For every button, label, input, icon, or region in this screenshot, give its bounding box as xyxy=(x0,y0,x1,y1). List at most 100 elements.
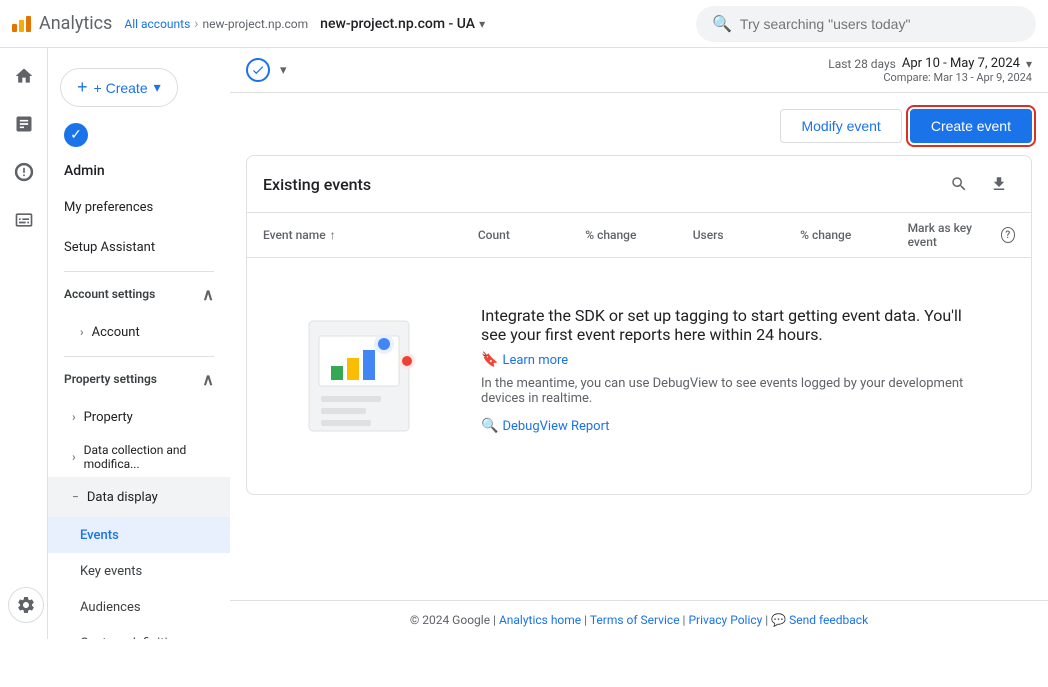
chevron-right-icon: › xyxy=(80,325,84,339)
key-event-info-icon[interactable]: ? xyxy=(1001,227,1015,243)
date-range-info: Last 28 days Apr 10 - May 7, 2024 ▾ Comp… xyxy=(828,56,1032,84)
events-sub-item[interactable]: Events xyxy=(48,517,230,553)
feedback-link[interactable]: Send feedback xyxy=(789,613,868,627)
custom-definitions-sub-item[interactable]: Custom definitions xyxy=(48,625,230,639)
chevron-right-icon-property: › xyxy=(72,410,76,424)
empty-heading: Integrate the SDK or set up tagging to s… xyxy=(481,306,989,344)
analytics-logo xyxy=(12,16,31,32)
settings-gear-button[interactable] xyxy=(8,587,44,623)
create-label: + Create xyxy=(94,80,148,96)
status-circle xyxy=(246,58,270,82)
divider-2 xyxy=(64,356,214,357)
reports-icon-nav[interactable] xyxy=(0,100,48,148)
property-label: Property xyxy=(84,410,133,425)
account-item[interactable]: › Account xyxy=(56,312,230,352)
learn-more-row: 🔖 Learn more xyxy=(481,352,989,368)
custom-definitions-label: Custom definitions xyxy=(80,636,189,640)
table-search-button[interactable] xyxy=(943,168,975,200)
modify-event-button[interactable]: Modify event xyxy=(780,109,901,143)
date-range[interactable]: Last 28 days Apr 10 - May 7, 2024 ▾ Comp… xyxy=(828,56,1032,84)
check-circle-icon: ✓ xyxy=(64,123,88,147)
debugview-row: 🔍 DebugView Report xyxy=(481,418,989,434)
events-label: Events xyxy=(80,528,119,543)
audiences-sub-item[interactable]: Audiences xyxy=(48,589,230,625)
data-display-item[interactable]: − Data display xyxy=(48,477,230,517)
property-settings-chevron: ∧ xyxy=(202,370,214,389)
content-check[interactable]: ▾ xyxy=(246,58,287,82)
col-event-name[interactable]: Event name ↑ xyxy=(263,221,478,249)
setup-check-item[interactable]: ✓ xyxy=(48,115,230,155)
chevron-down-icon-display: − xyxy=(72,490,79,504)
col-change-1-label: % change xyxy=(585,228,636,242)
create-button[interactable]: + + Create ▾ xyxy=(60,68,178,107)
events-table-header: Existing events xyxy=(247,156,1031,213)
col-change-1: % change xyxy=(585,221,692,249)
sidebar-nav: + + Create ▾ ✓ Admin xyxy=(48,48,230,639)
account-settings-section[interactable]: Account settings ∧ xyxy=(48,276,230,312)
setup-assistant-item[interactable]: Setup Assistant xyxy=(48,227,230,267)
property-settings-label: Property settings xyxy=(64,372,157,386)
logo-area: Analytics xyxy=(12,13,112,34)
events-table: Existing events Event name ↑ xyxy=(246,155,1032,495)
admin-label: Admin xyxy=(64,163,105,179)
col-key-event-label: Mark as key event xyxy=(908,221,993,249)
existing-events-title: Existing events xyxy=(263,175,371,194)
create-dropdown-arrow: ▾ xyxy=(154,79,161,96)
check-complete: ✓ xyxy=(64,123,88,147)
my-preferences-label: My preferences xyxy=(64,200,153,215)
table-columns: Event name ↑ Count % change Users % chan… xyxy=(247,213,1031,258)
copyright: © 2024 Google | xyxy=(410,613,496,627)
compare-label: Compare: xyxy=(883,71,930,84)
privacy-link[interactable]: Privacy Policy xyxy=(688,613,762,627)
table-download-button[interactable] xyxy=(983,168,1015,200)
property-settings-section[interactable]: Property settings ∧ xyxy=(48,361,230,397)
page-footer: © 2024 Google | Analytics home | Terms o… xyxy=(230,600,1048,639)
main-date-range: Apr 10 - May 7, 2024 xyxy=(902,56,1020,71)
date-range-chevron: ▾ xyxy=(1026,57,1032,71)
key-events-sub-item[interactable]: Key events xyxy=(48,553,230,589)
content-header: ▾ Last 28 days Apr 10 - May 7, 2024 ▾ Co… xyxy=(230,48,1048,93)
all-accounts-link[interactable]: All accounts xyxy=(124,17,190,31)
sidebar-icon-col xyxy=(0,48,48,639)
key-events-label: Key events xyxy=(80,564,142,579)
admin-row: Admin xyxy=(48,155,230,187)
bookmark-icon: 🔖 xyxy=(481,352,498,368)
sidebar-main: + + Create ▾ ✓ Admin xyxy=(48,48,230,639)
feedback-icon: 💬 xyxy=(771,613,786,627)
property-item[interactable]: › Property xyxy=(48,397,230,437)
debugview-icon: 🔍 xyxy=(481,418,498,434)
my-preferences-item[interactable]: My preferences xyxy=(48,187,230,227)
debugview-report-link[interactable]: DebugView Report xyxy=(502,419,609,434)
property-dropdown-arrow: ▾ xyxy=(479,17,485,31)
events-actions: Modify event Create event xyxy=(246,109,1032,143)
property-selector[interactable]: new-project.np.com - UA ▾ xyxy=(320,16,485,32)
account-item-row: › Account xyxy=(48,312,230,352)
logo-bar-2 xyxy=(19,20,24,32)
main-content: ▾ Last 28 days Apr 10 - May 7, 2024 ▾ Co… xyxy=(230,48,1048,639)
analytics-home-link[interactable]: Analytics home xyxy=(499,613,581,627)
advertising-icon-nav[interactable] xyxy=(0,196,48,244)
col-event-name-label: Event name xyxy=(263,228,326,242)
terms-link[interactable]: Terms of Service xyxy=(590,613,680,627)
logo-bar-3 xyxy=(26,16,31,32)
explore-icon-nav[interactable] xyxy=(0,148,48,196)
compare-row: Compare: Mar 13 - Apr 9, 2024 xyxy=(828,71,1032,84)
col-change-2-label: % change xyxy=(800,228,851,242)
search-input[interactable] xyxy=(740,16,1020,32)
status-arrow: ▾ xyxy=(280,63,287,78)
breadcrumb-separator: › xyxy=(194,16,198,32)
top-header: Analytics All accounts › new-project.np.… xyxy=(0,0,1048,48)
learn-more-link[interactable]: Learn more xyxy=(502,353,568,368)
data-collection-item[interactable]: › Data collection and modifica... xyxy=(48,437,230,477)
home-icon-nav[interactable] xyxy=(0,52,48,100)
create-event-button[interactable]: Create event xyxy=(910,109,1032,143)
property-name: new-project.np.com - UA xyxy=(320,16,475,32)
col-users-label: Users xyxy=(693,228,724,242)
empty-illustration xyxy=(289,306,449,446)
account-settings-chevron: ∧ xyxy=(202,285,214,304)
main-layout: + + Create ▾ ✓ Admin xyxy=(0,48,1048,639)
account-label: Account xyxy=(92,325,140,340)
audiences-label: Audiences xyxy=(80,600,141,615)
divider-1 xyxy=(64,271,214,272)
compare-date: Mar 13 - Apr 9, 2024 xyxy=(933,71,1032,84)
